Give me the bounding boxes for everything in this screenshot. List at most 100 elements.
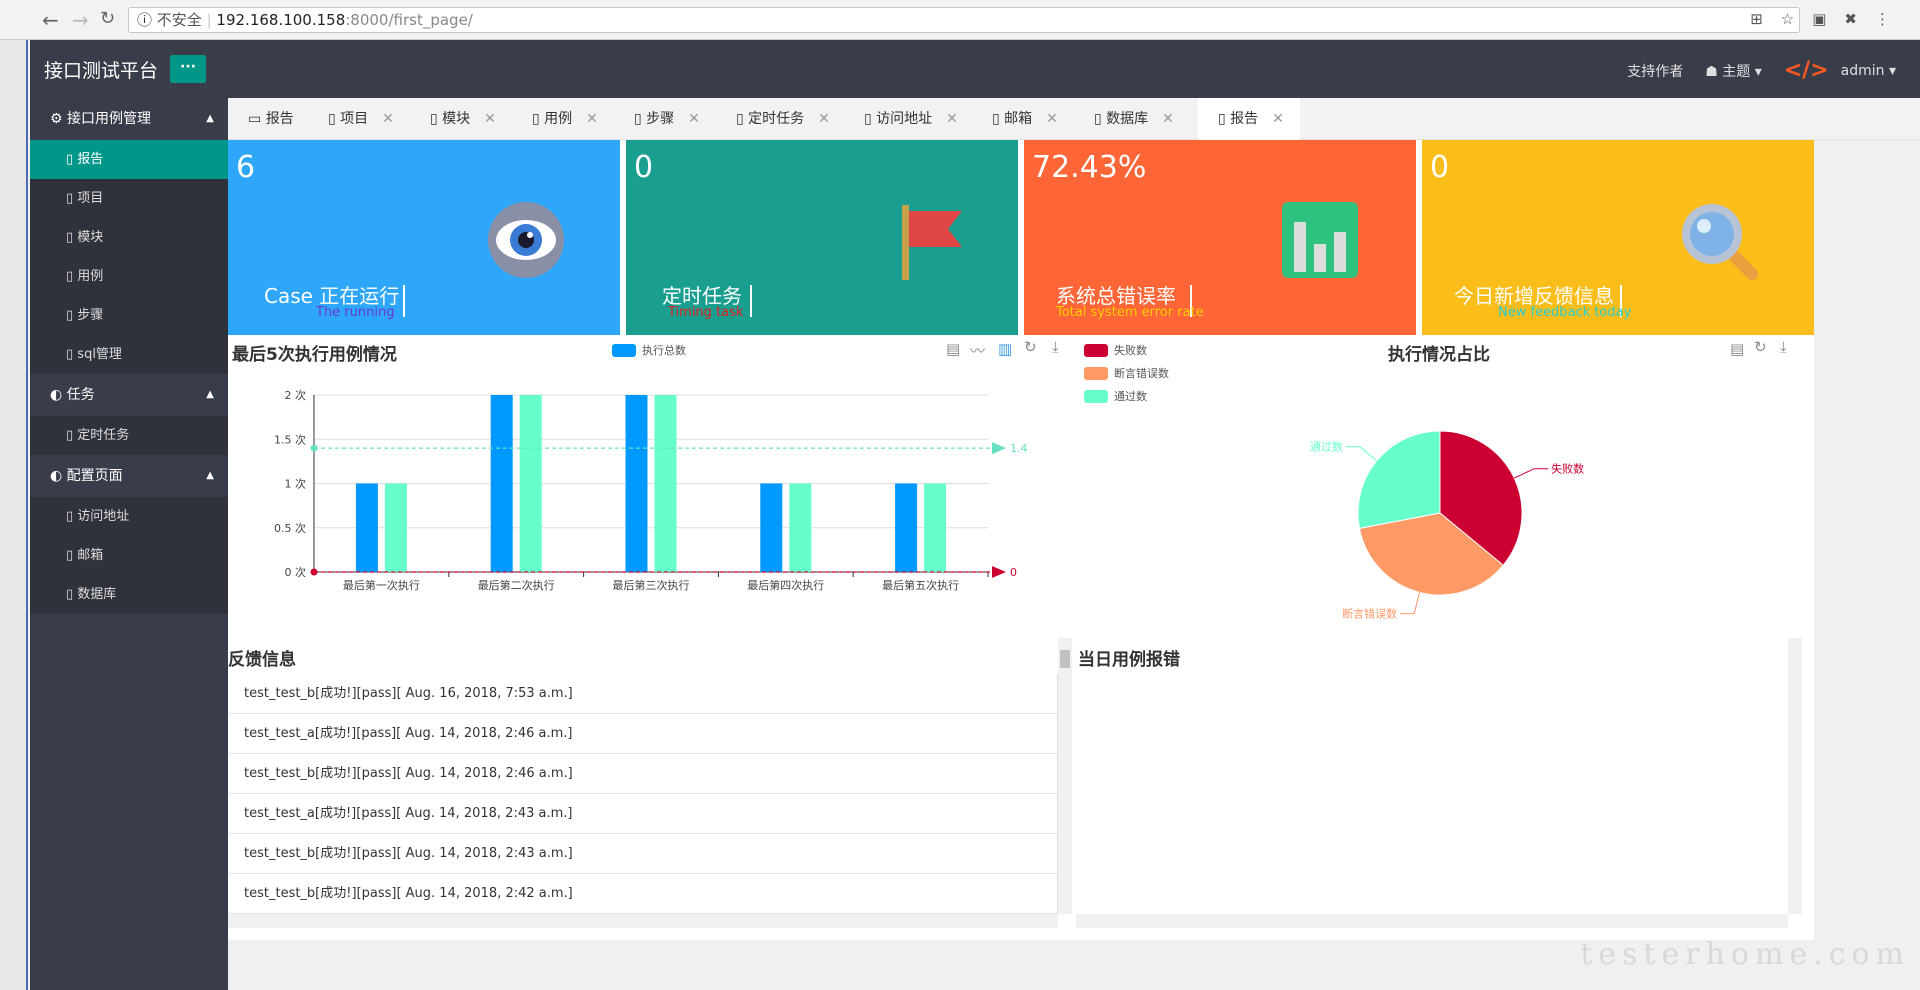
tab-project[interactable]: ▯ 项目 ✕ bbox=[308, 98, 410, 140]
close-icon[interactable]: ✕ bbox=[1046, 111, 1058, 127]
tab-database[interactable]: ▯ 数据库 ✕ bbox=[1074, 98, 1190, 140]
sidebar-item-report[interactable]: ▯ 报告 bbox=[30, 140, 228, 179]
bar-chart-toggle-icon[interactable]: ▥ bbox=[998, 340, 1012, 358]
refresh-icon[interactable]: ↻ bbox=[1024, 338, 1037, 356]
file-icon: ▯ bbox=[430, 111, 443, 127]
list-item[interactable]: test_test_b[成功!][pass][ Aug. 14, 2018, 2… bbox=[228, 834, 1057, 874]
extension-x-icon[interactable]: ✖ bbox=[1844, 10, 1857, 28]
stat-card-running[interactable]: 6 Case 正在运行 The running bbox=[228, 140, 620, 335]
list-item[interactable]: test_test_a[成功!][pass][ Aug. 14, 2018, 2… bbox=[228, 714, 1057, 754]
stat-sublabel: The running bbox=[316, 305, 395, 320]
theme-menu[interactable]: ☗ 主题 ▾ bbox=[1705, 61, 1762, 81]
user-menu[interactable]: admin ▾ bbox=[1841, 63, 1896, 79]
file-icon: ▯ bbox=[66, 308, 78, 323]
tab-report-home[interactable]: ▭ 报告 bbox=[228, 98, 308, 140]
pie-legend-item[interactable]: 失败数 bbox=[1084, 342, 1147, 358]
errors-vertical-scrollbar[interactable] bbox=[1788, 638, 1802, 914]
sidebar-item-url[interactable]: ▯ 访问地址 bbox=[30, 497, 228, 536]
close-icon[interactable]: ✕ bbox=[818, 111, 830, 127]
bar-legend[interactable]: 执行总数 bbox=[612, 342, 686, 358]
file-icon: ▯ bbox=[634, 111, 647, 127]
list-item[interactable]: test_test_a[成功!][pass][ Aug. 14, 2018, 2… bbox=[228, 794, 1057, 834]
gear-icon: ⚙ bbox=[50, 111, 68, 127]
pie-slice-label: 失败数 bbox=[1551, 462, 1584, 476]
list-item[interactable]: test_test_b[成功!][pass][ Aug. 16, 2018, 7… bbox=[228, 674, 1057, 714]
address-bar[interactable]: ⓘ 不安全 | 192.168.100.158:8000/first_page/ bbox=[128, 7, 1800, 33]
tab-step[interactable]: ▯ 步骤 ✕ bbox=[614, 98, 716, 140]
download-icon[interactable]: ⤓ bbox=[1052, 338, 1059, 356]
theme-icon: ☗ bbox=[1705, 63, 1723, 80]
watermark: testerhome.com bbox=[1580, 937, 1910, 972]
pie-legend-item[interactable]: 断言错误数 bbox=[1084, 365, 1169, 381]
stat-card-timed[interactable]: 0 定时任务 Timing task bbox=[626, 140, 1018, 335]
sidebar-item-step[interactable]: ▯ 步骤 bbox=[30, 296, 228, 335]
tab-module[interactable]: ▯ 模块 ✕ bbox=[410, 98, 512, 140]
y-tick-label: 2 次 bbox=[285, 388, 307, 402]
pie-legend-item[interactable]: 通过数 bbox=[1084, 388, 1147, 404]
tab-url[interactable]: ▯ 访问地址 ✕ bbox=[844, 98, 972, 140]
tab-label: 模块 bbox=[442, 111, 471, 127]
sidebar-group-task[interactable]: ◐ 任务 ▲ bbox=[30, 374, 228, 416]
download-icon[interactable]: ⤓ bbox=[1780, 338, 1787, 356]
bar bbox=[625, 395, 648, 572]
tab-report-active[interactable]: ▯ 报告 ✕ bbox=[1198, 98, 1300, 140]
file-icon: ▯ bbox=[66, 152, 78, 167]
sidebar-item-label: 模块 bbox=[77, 230, 104, 245]
list-item[interactable]: test_test_b[成功!][pass][ Aug. 14, 2018, 2… bbox=[228, 754, 1057, 794]
sidebar-item-label: 用例 bbox=[77, 269, 104, 284]
mark-line-label: 1.4 bbox=[1010, 442, 1028, 455]
x-tick-label: 最后第三次执行 bbox=[613, 578, 690, 592]
feedback-list: test_test_b[成功!][pass][ Aug. 16, 2018, 7… bbox=[228, 674, 1058, 914]
close-icon[interactable]: ✕ bbox=[1162, 111, 1174, 127]
tab-email[interactable]: ▯ 邮箱 ✕ bbox=[972, 98, 1074, 140]
bookmark-star-icon[interactable]: ☆ bbox=[1781, 10, 1794, 28]
forward-icon[interactable]: → bbox=[72, 8, 89, 32]
sidebar-item-timed-task[interactable]: ▯ 定时任务 bbox=[30, 416, 228, 455]
tab-case[interactable]: ▯ 用例 ✕ bbox=[512, 98, 614, 140]
pie-slice bbox=[1357, 430, 1441, 529]
feedback-horizontal-scrollbar[interactable] bbox=[228, 914, 1058, 928]
line-chart-icon[interactable]: 〰 bbox=[970, 340, 985, 361]
more-button[interactable]: ··· bbox=[170, 55, 206, 83]
reload-icon[interactable]: ↻ bbox=[100, 8, 115, 29]
stat-card-error-rate[interactable]: 72.43% 系统总错误率 Total system error rate bbox=[1024, 140, 1416, 335]
legend-swatch bbox=[1084, 389, 1108, 403]
close-icon[interactable]: ✕ bbox=[946, 111, 958, 127]
sidebar-item-project[interactable]: ▯ 项目 bbox=[30, 179, 228, 218]
close-icon[interactable]: ✕ bbox=[382, 111, 394, 127]
bar bbox=[490, 395, 513, 572]
tab-timed-task[interactable]: ▯ 定时任务 ✕ bbox=[716, 98, 844, 140]
bar bbox=[355, 483, 378, 572]
errors-horizontal-scrollbar[interactable] bbox=[1076, 914, 1788, 928]
sidebar-item-sql[interactable]: ▯ sql管理 bbox=[30, 335, 228, 374]
theme-label: 主题 bbox=[1722, 63, 1751, 80]
eye-icon bbox=[488, 202, 564, 278]
menu-icon[interactable]: ⋮ bbox=[1875, 10, 1890, 28]
back-icon[interactable]: ← bbox=[42, 8, 59, 32]
sidebar-group-case-mgmt[interactable]: ⚙ 接口用例管理 ▲ bbox=[30, 98, 228, 140]
file-icon: ▯ bbox=[66, 587, 78, 602]
sidebar-item-case[interactable]: ▯ 用例 bbox=[30, 257, 228, 296]
close-icon[interactable]: ✕ bbox=[484, 111, 496, 127]
sidebar-group-config[interactable]: ◐ 配置页面 ▲ bbox=[30, 455, 228, 497]
close-icon[interactable]: ✕ bbox=[1272, 111, 1284, 127]
data-view-icon[interactable]: ▤ bbox=[946, 340, 960, 358]
stat-card-feedback[interactable]: 0 今日新增反馈信息 New feedback today bbox=[1422, 140, 1814, 335]
extension-icon[interactable]: ▣ bbox=[1812, 10, 1826, 28]
list-item[interactable]: test_test_b[成功!][pass][ Aug. 14, 2018, 2… bbox=[228, 874, 1057, 914]
close-icon[interactable]: ✕ bbox=[688, 111, 700, 127]
scrollbar-thumb[interactable] bbox=[1060, 650, 1070, 668]
stat-value: 72.43% bbox=[1032, 150, 1147, 185]
sidebar-group-label: 接口用例管理 bbox=[67, 111, 152, 127]
pie-label-line bbox=[1400, 592, 1421, 615]
feedback-vertical-scrollbar[interactable] bbox=[1058, 638, 1072, 914]
support-author-link[interactable]: 支持作者 bbox=[1627, 61, 1683, 81]
sidebar-group-label: 任务 bbox=[66, 387, 95, 403]
sidebar-item-email[interactable]: ▯ 邮箱 bbox=[30, 536, 228, 575]
translate-icon[interactable]: ⊞ bbox=[1750, 10, 1763, 28]
refresh-icon[interactable]: ↻ bbox=[1754, 338, 1767, 356]
sidebar-item-module[interactable]: ▯ 模块 bbox=[30, 218, 228, 257]
close-icon[interactable]: ✕ bbox=[586, 111, 598, 127]
data-view-icon[interactable]: ▤ bbox=[1730, 340, 1744, 358]
sidebar-item-database[interactable]: ▯ 数据库 bbox=[30, 575, 228, 614]
